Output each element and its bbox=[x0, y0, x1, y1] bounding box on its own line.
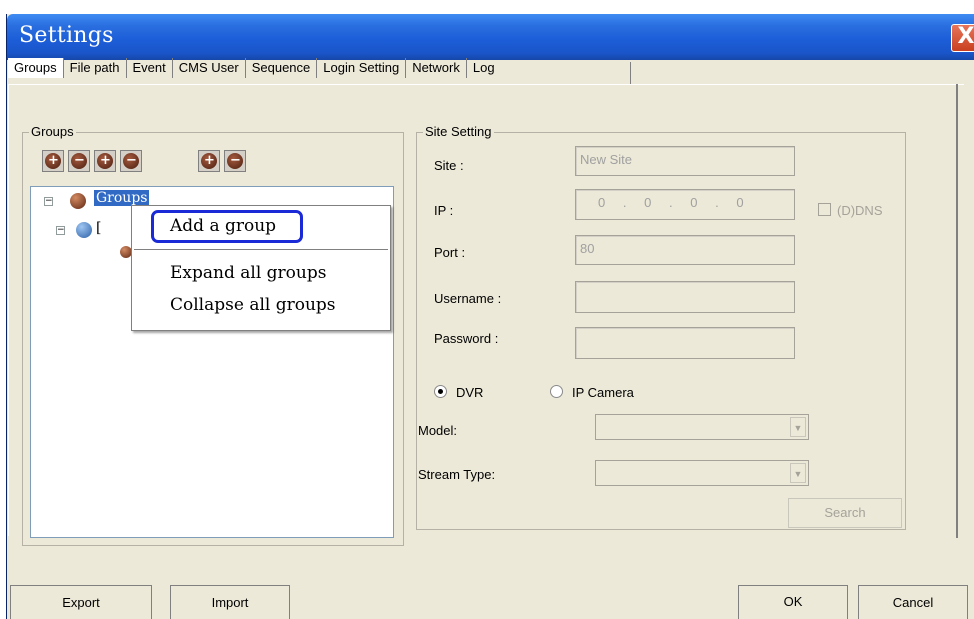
tab-network[interactable]: Network bbox=[406, 58, 467, 78]
site-name-field[interactable]: New Site bbox=[575, 146, 795, 176]
ip-octet: 0 bbox=[598, 195, 606, 210]
tab-login-setting[interactable]: Login Setting bbox=[317, 58, 407, 78]
tab-cms-user[interactable]: CMS User bbox=[173, 58, 246, 78]
port-label: Port : bbox=[434, 245, 466, 260]
tree-expander-root[interactable]: − bbox=[44, 197, 53, 206]
search-button[interactable]: Search bbox=[788, 498, 902, 528]
ip-dot: . bbox=[715, 195, 719, 210]
ddns-checkbox[interactable] bbox=[818, 203, 831, 216]
remove-group-icon[interactable]: − bbox=[68, 150, 90, 172]
dvr-label: DVR bbox=[456, 385, 484, 400]
toolbar-glyph: − bbox=[126, 153, 137, 168]
model-select[interactable]: ▼ bbox=[595, 414, 809, 440]
remove-site-icon[interactable]: − bbox=[120, 150, 142, 172]
ip-octet: 0 bbox=[644, 195, 652, 210]
ip-octet: 0 bbox=[736, 195, 744, 210]
site-label: Site : bbox=[434, 158, 464, 173]
toolbar-glyph: − bbox=[74, 153, 85, 168]
ip-dot: . bbox=[668, 195, 673, 210]
add-site-icon[interactable]: + bbox=[94, 150, 116, 172]
model-label: Model: bbox=[418, 423, 458, 438]
ip-label: IP : bbox=[434, 203, 454, 218]
tab-groups[interactable]: Groups bbox=[8, 58, 64, 78]
password-field[interactable] bbox=[575, 327, 795, 359]
port-field[interactable]: 80 bbox=[575, 235, 795, 265]
ip-dot: . bbox=[622, 195, 627, 210]
stream-type-select[interactable]: ▼ bbox=[595, 460, 809, 486]
groups-groupbox-label: Groups bbox=[29, 124, 76, 139]
zoom-in-icon[interactable]: + bbox=[198, 150, 220, 172]
tree-expander-child[interactable]: − bbox=[56, 226, 65, 235]
chevron-down-icon: ▼ bbox=[790, 417, 806, 437]
menu-item-label: Collapse all groups bbox=[170, 295, 336, 315]
tab-page-border bbox=[956, 84, 958, 538]
username-label: Username : bbox=[434, 291, 502, 306]
chevron-down-icon: ▼ bbox=[790, 463, 806, 483]
zoom-out-icon[interactable]: − bbox=[224, 150, 246, 172]
tab-file-path[interactable]: File path bbox=[64, 58, 127, 78]
ip-camera-label: IP Camera bbox=[572, 385, 634, 400]
stream-type-label: Stream Type: bbox=[418, 467, 496, 482]
menu-item-label: Expand all groups bbox=[170, 263, 327, 283]
tree-node-child[interactable]: [ bbox=[96, 220, 101, 236]
export-button[interactable]: Export bbox=[10, 585, 152, 619]
toolbar-glyph: + bbox=[48, 153, 59, 168]
ddns-label: (D)DNS bbox=[837, 203, 883, 218]
ok-button[interactable]: OK bbox=[738, 585, 848, 619]
close-button[interactable]: X bbox=[951, 24, 974, 52]
toolbar-glyph: + bbox=[204, 153, 215, 168]
menu-separator bbox=[134, 249, 388, 250]
toolbar-glyph: − bbox=[230, 153, 241, 168]
import-button[interactable]: Import bbox=[170, 585, 290, 619]
tab-sequence[interactable]: Sequence bbox=[246, 58, 318, 78]
menu-item-expand-all[interactable]: Expand all groups bbox=[132, 260, 390, 286]
tab-event[interactable]: Event bbox=[127, 58, 173, 78]
cancel-button[interactable]: Cancel bbox=[858, 585, 968, 619]
add-group-icon[interactable]: + bbox=[42, 150, 64, 172]
tree-node-groups-root[interactable]: Groups bbox=[94, 190, 150, 206]
ip-camera-radio[interactable] bbox=[550, 385, 563, 398]
window-title: Settings bbox=[19, 23, 114, 48]
site-setting-groupbox-label: Site Setting bbox=[423, 124, 494, 139]
tab-strip-end bbox=[630, 62, 631, 84]
username-field[interactable] bbox=[575, 281, 795, 313]
menu-item-collapse-all[interactable]: Collapse all groups bbox=[132, 290, 390, 316]
group-folder-icon bbox=[70, 193, 86, 209]
group-globe-icon bbox=[76, 222, 92, 238]
tab-log[interactable]: Log bbox=[467, 58, 517, 78]
highlight-annotation bbox=[151, 210, 303, 243]
toolbar-glyph: + bbox=[100, 153, 111, 168]
password-label: Password : bbox=[434, 331, 499, 346]
ip-address-field[interactable]: 0 . 0 . 0 . 0 bbox=[575, 189, 795, 220]
dvr-radio[interactable] bbox=[434, 385, 447, 398]
ip-octet: 0 bbox=[690, 195, 698, 210]
tab-strip: Groups File path Event CMS User Sequence… bbox=[8, 52, 517, 84]
